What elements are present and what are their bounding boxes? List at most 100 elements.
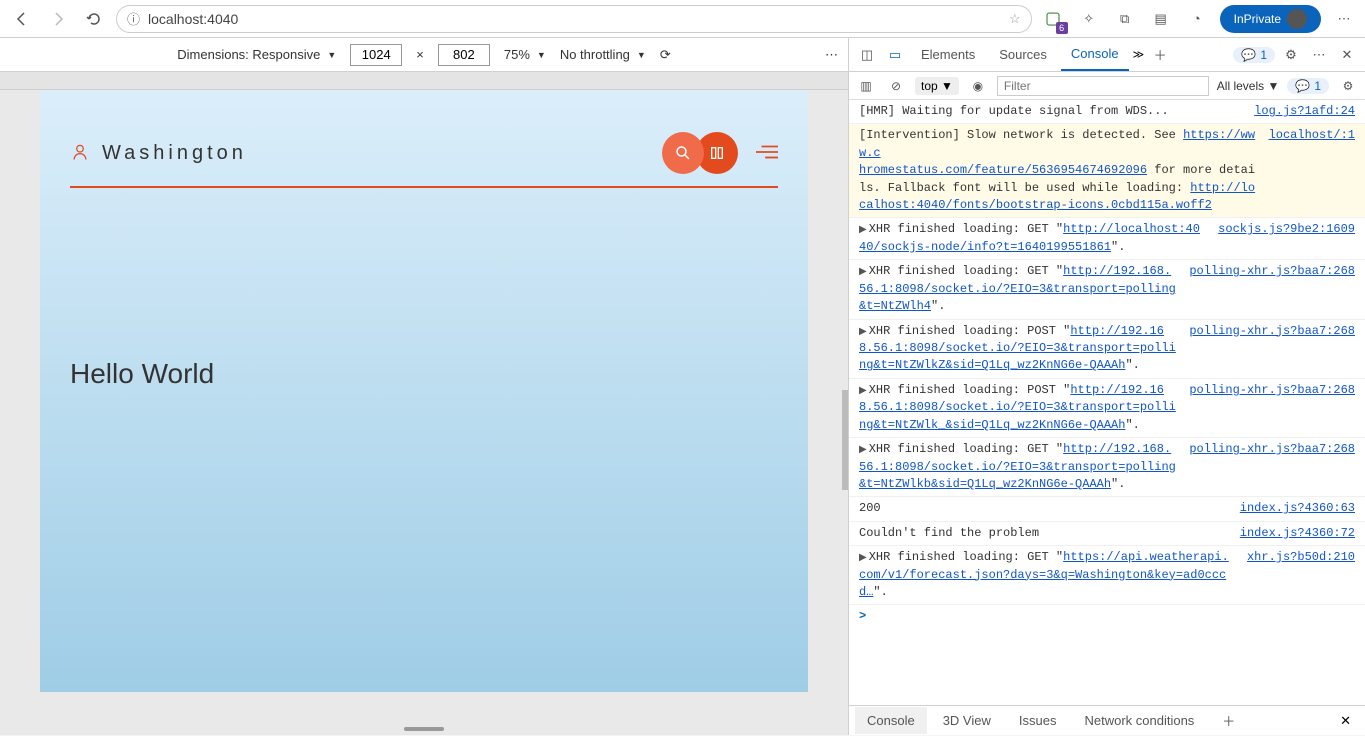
reload-button[interactable] xyxy=(80,5,108,33)
devtools-close-icon[interactable]: ✕ xyxy=(1335,43,1359,67)
console-prompt[interactable]: > xyxy=(849,605,1365,627)
inprivate-badge[interactable]: InPrivate xyxy=(1220,5,1321,33)
console-filter-input[interactable] xyxy=(997,76,1209,96)
reader-icon[interactable]: ▤ xyxy=(1148,6,1174,32)
log-source-link[interactable]: polling-xhr.js?baa7:268 xyxy=(1189,263,1355,280)
forward-button[interactable] xyxy=(44,5,72,33)
avatar-icon xyxy=(1287,9,1307,29)
log-row[interactable]: ▶XHR finished loading: GET "http://192.1… xyxy=(849,260,1365,319)
address-bar[interactable]: ⓘ localhost:4040 ☆ xyxy=(116,5,1032,33)
drawer-tabs: Console 3D View Issues Network condition… xyxy=(849,705,1365,735)
location-text: Washington xyxy=(102,142,662,165)
log-row[interactable]: [HMR] Waiting for update signal from WDS… xyxy=(849,100,1365,124)
tab-elements[interactable]: Elements xyxy=(911,39,985,70)
log-source-link[interactable]: polling-xhr.js?baa7:268 xyxy=(1189,441,1355,458)
log-message: ▶XHR finished loading: POST "http://192.… xyxy=(859,323,1177,375)
log-message: ▶XHR finished loading: POST "http://192.… xyxy=(859,382,1177,434)
drawer-tab-issues[interactable]: Issues xyxy=(1007,707,1069,734)
log-levels-dropdown[interactable]: All levels ▼ xyxy=(1217,79,1280,93)
console-settings-icon[interactable]: ⚙ xyxy=(1337,75,1359,97)
tab-console[interactable]: Console xyxy=(1061,38,1129,71)
search-button[interactable] xyxy=(662,132,704,174)
log-row[interactable]: [Intervention] Slow network is detected.… xyxy=(849,124,1365,218)
drawer-add-icon[interactable]: ＋ xyxy=(1210,705,1247,736)
responsive-more-icon[interactable]: ⋯ xyxy=(825,47,838,63)
responsive-toolbar: Dimensions: Responsive▼ × 75%▼ No thrott… xyxy=(0,44,848,66)
width-input[interactable] xyxy=(350,44,402,66)
zoom-dropdown[interactable]: 75%▼ xyxy=(504,47,546,62)
more-menu-icon[interactable]: ⋯ xyxy=(1331,6,1357,32)
console-toolbar: ▥ ⊘ top ▼ ◉ All levels ▼ 💬 1 ⚙ xyxy=(849,72,1365,100)
console-sidebar-toggle-icon[interactable]: ▥ xyxy=(855,75,877,97)
resize-handle[interactable] xyxy=(404,727,444,731)
devtools-tabbar: ◫ ▭ Elements Sources Console ≫ ＋ 💬 1 ⚙ ⋯… xyxy=(848,38,1365,71)
favorite-icon[interactable]: ☆ xyxy=(1009,11,1021,27)
device-toggle-icon[interactable]: ▭ xyxy=(883,43,907,67)
log-row[interactable]: Couldn't find the problem index.js?4360:7… xyxy=(849,522,1365,546)
dimensions-dropdown[interactable]: Dimensions: Responsive▼ xyxy=(177,47,336,62)
more-tabs-icon[interactable]: ≫ xyxy=(1133,48,1145,61)
log-message: Couldn't find the problem xyxy=(859,525,1228,542)
inprivate-label: InPrivate xyxy=(1234,12,1281,26)
menu-icon[interactable] xyxy=(756,143,778,164)
site-info-icon[interactable]: ⓘ xyxy=(127,9,140,28)
scrollbar[interactable] xyxy=(842,390,848,490)
responsive-viewport: Washington Hello World xyxy=(0,72,848,735)
log-message: [HMR] Waiting for update signal from WDS… xyxy=(859,103,1242,120)
log-message: ▶XHR finished loading: GET "https://api.… xyxy=(859,549,1235,601)
settings-icon[interactable]: ⚙ xyxy=(1279,43,1303,67)
log-row[interactable]: ▶XHR finished loading: GET "https://api.… xyxy=(849,546,1365,605)
console-issues-pill[interactable]: 💬 1 xyxy=(1287,78,1329,94)
extensions-menu-icon[interactable]: ✧ xyxy=(1076,6,1102,32)
log-message: ▶XHR finished loading: GET "http://192.1… xyxy=(859,263,1177,315)
inspect-icon[interactable]: ◫ xyxy=(855,43,879,67)
tab-sources[interactable]: Sources xyxy=(989,39,1057,70)
devtools-panel: ▥ ⊘ top ▼ ◉ All levels ▼ 💬 1 ⚙ [HMR] Wai… xyxy=(848,72,1365,735)
ruler xyxy=(0,72,848,90)
log-source-link[interactable]: log.js?1afd:24 xyxy=(1254,103,1355,120)
log-row[interactable]: 200 index.js?4360:63 xyxy=(849,497,1365,521)
rendered-page[interactable]: Washington Hello World xyxy=(40,90,808,692)
log-message: ▶XHR finished loading: GET "http://192.1… xyxy=(859,441,1177,493)
devtools-top-row: Dimensions: Responsive▼ × 75%▼ No thrott… xyxy=(0,38,1365,72)
back-button[interactable] xyxy=(8,5,36,33)
hello-text: Hello World xyxy=(70,358,808,390)
log-source-link[interactable]: polling-xhr.js?baa7:268 xyxy=(1189,382,1355,399)
console-output[interactable]: [HMR] Waiting for update signal from WDS… xyxy=(849,100,1365,705)
extension-icon[interactable]: 6 xyxy=(1040,6,1066,32)
drawer-tab-console[interactable]: Console xyxy=(855,707,927,734)
log-source-link[interactable]: xhr.js?b50d:210 xyxy=(1247,549,1355,566)
clear-console-icon[interactable]: ⊘ xyxy=(885,75,907,97)
rotate-icon[interactable]: ⟳ xyxy=(660,47,671,63)
url-text: localhost:4040 xyxy=(148,11,1009,27)
height-input[interactable] xyxy=(438,44,490,66)
throttling-dropdown[interactable]: No throttling▼ xyxy=(560,47,646,62)
browser-toolbar: ⓘ localhost:4040 ☆ 6 ✧ ⧉ ▤ ◔ InPrivate ⋯ xyxy=(0,0,1365,38)
log-source-link[interactable]: polling-xhr.js?baa7:268 xyxy=(1189,323,1355,340)
drawer-close-icon[interactable]: ✕ xyxy=(1332,713,1359,729)
context-selector[interactable]: top ▼ xyxy=(915,77,959,95)
log-row[interactable]: ▶XHR finished loading: POST "http://192.… xyxy=(849,379,1365,438)
user-location-icon xyxy=(70,142,90,165)
drawer-tab-3dview[interactable]: 3D View xyxy=(931,707,1003,734)
log-source-link[interactable]: sockjs.js?9be2:1609 xyxy=(1218,221,1355,238)
log-row[interactable]: ▶XHR finished loading: POST "http://192.… xyxy=(849,320,1365,379)
collections-icon[interactable]: ⧉ xyxy=(1112,6,1138,32)
log-message: ▶XHR finished loading: GET "http://local… xyxy=(859,221,1206,256)
performance-icon[interactable]: ◔ xyxy=(1184,6,1210,32)
log-row[interactable]: ▶XHR finished loading: GET "http://local… xyxy=(849,218,1365,260)
drawer-tab-network[interactable]: Network conditions xyxy=(1072,707,1206,734)
dimension-separator: × xyxy=(416,47,424,62)
issues-pill[interactable]: 💬 1 xyxy=(1233,47,1275,63)
extension-badge: 6 xyxy=(1056,22,1068,34)
new-tab-icon[interactable]: ＋ xyxy=(1148,43,1172,67)
log-message: [Intervention] Slow network is detected.… xyxy=(859,127,1257,214)
devtools-more-icon[interactable]: ⋯ xyxy=(1307,43,1331,67)
log-source-link[interactable]: index.js?4360:72 xyxy=(1240,525,1355,542)
header-divider xyxy=(70,186,778,188)
log-source-link[interactable]: localhost/:1 xyxy=(1269,127,1355,144)
live-expression-icon[interactable]: ◉ xyxy=(967,75,989,97)
log-message: 200 xyxy=(859,500,1228,517)
log-row[interactable]: ▶XHR finished loading: GET "http://192.1… xyxy=(849,438,1365,497)
log-source-link[interactable]: index.js?4360:63 xyxy=(1240,500,1355,517)
